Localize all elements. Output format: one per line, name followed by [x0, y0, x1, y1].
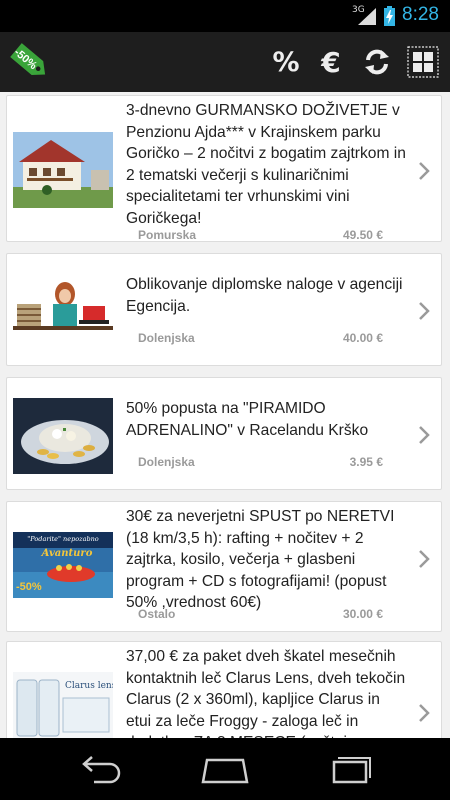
deal-thumbnail: "Podarite" nepozabno Avanturo -50% [13, 532, 113, 598]
recent-apps-icon[interactable] [320, 752, 380, 786]
deal-card[interactable]: "Podarite" nepozabno Avanturo -50% 30€ z… [6, 501, 442, 632]
deal-card[interactable]: Oblikovanje diplomske naloge v agenciji … [6, 253, 442, 366]
deal-title: 30€ za neverjetni SPUST po NERETVI (18 k… [126, 508, 395, 611]
clock: 8:28 [402, 4, 439, 25]
deal-price: 3.95 € [349, 455, 383, 469]
chevron-right-icon [419, 550, 430, 568]
chevron-right-icon [419, 302, 430, 320]
navigation-bar [0, 738, 450, 800]
chevron-right-icon [419, 426, 430, 444]
deal-region: Pomurska [138, 228, 197, 242]
rafting-banner-discount: -50% [16, 581, 42, 593]
deal-price: 49.50 € [342, 228, 383, 242]
deal-thumbnail [13, 398, 113, 474]
percent-icon[interactable]: % [268, 42, 304, 82]
deal-title: 50% popusta na "PIRAMIDO ADRENALINO" v R… [126, 400, 369, 439]
deal-title: 3-dnevno GURMANSKO DOŽIVETJE v Penzionu … [126, 102, 406, 227]
signal-icon [358, 8, 376, 25]
grid-view-icon[interactable] [403, 42, 443, 82]
rafting-banner-main: Avanturo [41, 548, 93, 559]
action-bar: -50% % € [0, 32, 450, 92]
chevron-right-icon [419, 704, 430, 722]
deal-list[interactable]: 3-dnevno GURMANSKO DOŽIVETJE v Penzionu … [0, 92, 450, 738]
deal-region: Dolenjska [138, 455, 195, 469]
deal-card[interactable]: 50% popusta na "PIRAMIDO ADRENALINO" v R… [6, 377, 442, 490]
deal-title: 37,00 € za paket dveh škatel mesečnih ko… [126, 648, 406, 738]
back-icon[interactable] [70, 752, 130, 786]
deal-price: 40.00 € [342, 331, 383, 345]
euro-icon[interactable]: € [313, 42, 349, 82]
chevron-right-icon [419, 162, 430, 180]
deal-price: 30.00 € [342, 607, 383, 621]
deal-region: Dolenjska [138, 331, 195, 345]
deal-title: Oblikovanje diplomske naloge v agenciji … [126, 276, 403, 315]
deal-card[interactable]: Clarus lens® 37,00 € za paket dveh škate… [6, 641, 442, 738]
deal-thumbnail [13, 132, 113, 208]
deal-thumbnail: Clarus lens® [13, 672, 113, 738]
battery-charging-icon [384, 6, 395, 26]
clarus-brand-label: Clarus lens® [65, 681, 113, 691]
status-bar: 3G 8:28 [0, 0, 450, 32]
deal-thumbnail [13, 274, 113, 350]
refresh-icon[interactable] [358, 42, 396, 82]
home-icon[interactable] [195, 752, 255, 786]
rafting-banner-top: "Podarite" nepozabno [27, 535, 99, 543]
app-logo[interactable]: -50% [4, 38, 54, 84]
deal-card[interactable]: 3-dnevno GURMANSKO DOŽIVETJE v Penzionu … [6, 95, 442, 242]
deal-region: Ostalo [138, 607, 176, 621]
